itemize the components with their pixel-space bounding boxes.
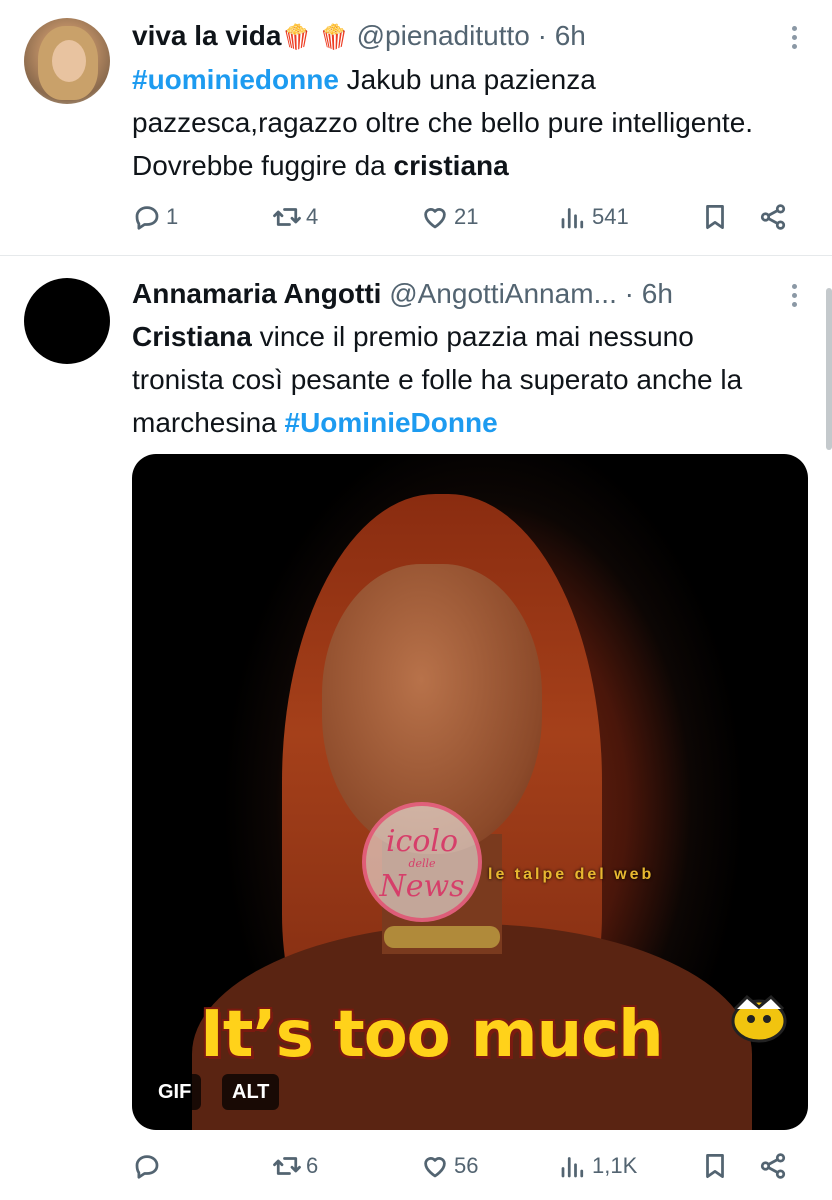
display-name[interactable]: Annamaria Angotti [132,278,381,309]
share-icon [760,1153,786,1179]
alt-badge[interactable]: ALT [222,1074,280,1110]
like-button[interactable]: 56 [420,1146,478,1186]
avatar[interactable] [24,278,110,364]
share-button[interactable] [758,1146,788,1186]
user-handle[interactable]: @pienaditutto [357,20,530,51]
more-icon[interactable] [792,284,798,310]
avatar[interactable] [24,18,110,104]
gif-caption: It’s too much [200,998,664,1072]
gif-badge: GIF [148,1074,202,1110]
tweet[interactable]: viva la vida🍿 🍿 @pienaditutto · 6h #uomi… [0,0,832,256]
bookmark-icon [706,205,724,229]
name-emoji: 🍿 🍿 [281,23,349,51]
gif-necklace [384,926,500,948]
display-name[interactable]: viva la vida [132,20,281,51]
like-count: 21 [454,204,479,229]
share-icon [760,204,786,230]
repost-count: 4 [306,204,319,229]
cartoon-logo-icon [731,994,787,1043]
views-count: 1,1K [592,1153,638,1178]
tweet-header: Annamaria Angotti @AngottiAnnam... · 6h [132,274,762,314]
hashtag-link[interactable]: #uominiedonne [132,64,339,95]
timestamp[interactable]: 6h [555,20,586,51]
highlighted-word: cristiana [393,150,509,181]
bookmark-icon [706,1154,724,1178]
reply-button[interactable] [132,1146,166,1186]
like-button[interactable]: 21 [420,197,478,237]
repost-button[interactable]: 6 [272,1146,318,1186]
separator-dot: · [624,278,634,309]
tweet-text: #uominiedonne Jakub una pazienza pazzesc… [132,58,792,187]
tweet-header: viva la vida🍿 🍿 @pienaditutto · 6h [132,16,762,56]
views-count: 541 [592,204,629,229]
reply-icon [135,206,159,230]
reply-icon [135,1155,159,1179]
watermark-line: icolo [385,824,459,859]
tweet-actions: 1 4 21 541 [132,197,796,237]
reply-count: 1 [166,204,179,229]
tweet[interactable]: Annamaria Angotti @AngottiAnnam... · 6h … [0,258,832,1200]
avatar-face [52,40,86,82]
watermark-text: le talpe del web [488,866,655,883]
hashtag-link[interactable]: #UominieDonne [285,407,498,438]
views-button[interactable]: 1,1K [558,1146,637,1186]
repost-icon [273,1157,301,1175]
highlighted-word: Cristiana [132,321,252,352]
like-icon [424,1157,446,1178]
views-icon [561,1157,584,1178]
like-icon [424,208,446,229]
repost-count: 6 [306,1153,319,1178]
tweet-text: Cristiana vince il premio pazzia mai nes… [132,315,792,444]
repost-icon [273,208,301,226]
user-handle[interactable]: @AngottiAnnam... [389,278,617,309]
repost-button[interactable]: 4 [272,197,318,237]
scrollbar[interactable] [826,288,832,450]
views-icon [561,208,584,229]
bookmark-button[interactable] [700,1146,730,1186]
watermark-line: News [379,869,465,904]
share-button[interactable] [758,197,788,237]
reply-button[interactable]: 1 [132,197,178,237]
more-icon[interactable] [792,26,798,52]
bookmark-button[interactable] [700,197,730,237]
tweet-actions: 6 56 1,1K [132,1146,796,1186]
separator-dot: · [537,20,547,51]
watermark-logo: icolo delle News [362,802,482,922]
views-button[interactable]: 541 [558,197,629,237]
gif-media[interactable]: icolo delle News le talpe del web It’s t… [132,454,808,1130]
like-count: 56 [454,1153,479,1178]
timestamp[interactable]: 6h [642,278,673,309]
